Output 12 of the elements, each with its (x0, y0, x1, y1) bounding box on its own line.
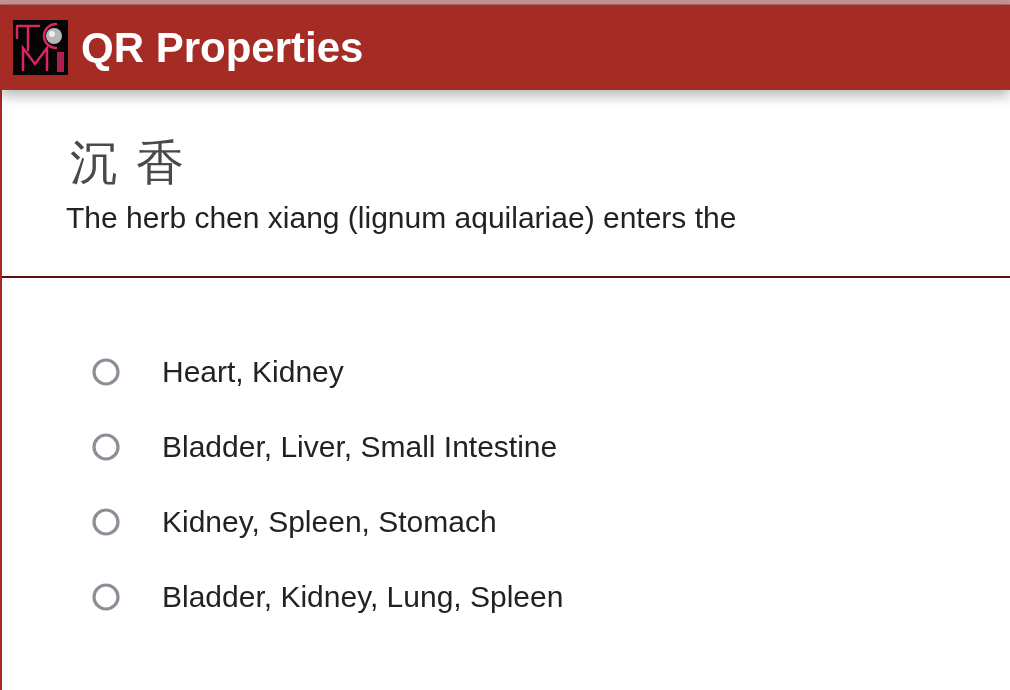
answer-option[interactable]: Heart, Kidney (162, 354, 344, 389)
radio-button[interactable] (92, 507, 120, 536)
herb-name: 沉香 (70, 138, 202, 186)
logo-icon (13, 20, 68, 75)
radio-button[interactable] (92, 357, 120, 386)
answer-option[interactable]: Kidney, Spleen, Stomach (162, 504, 497, 539)
question-text: The herb chen xiang (lignum aquilariae) enters the (66, 200, 737, 236)
answer-option[interactable]: Bladder, Liver, Small Intestine (162, 429, 558, 464)
page-title: QR Properties (81, 26, 364, 69)
radio-button[interactable] (92, 582, 120, 611)
answer-option[interactable]: Bladder, Kidney, Lung, Spleen (162, 579, 564, 614)
radio-button[interactable] (92, 432, 120, 461)
